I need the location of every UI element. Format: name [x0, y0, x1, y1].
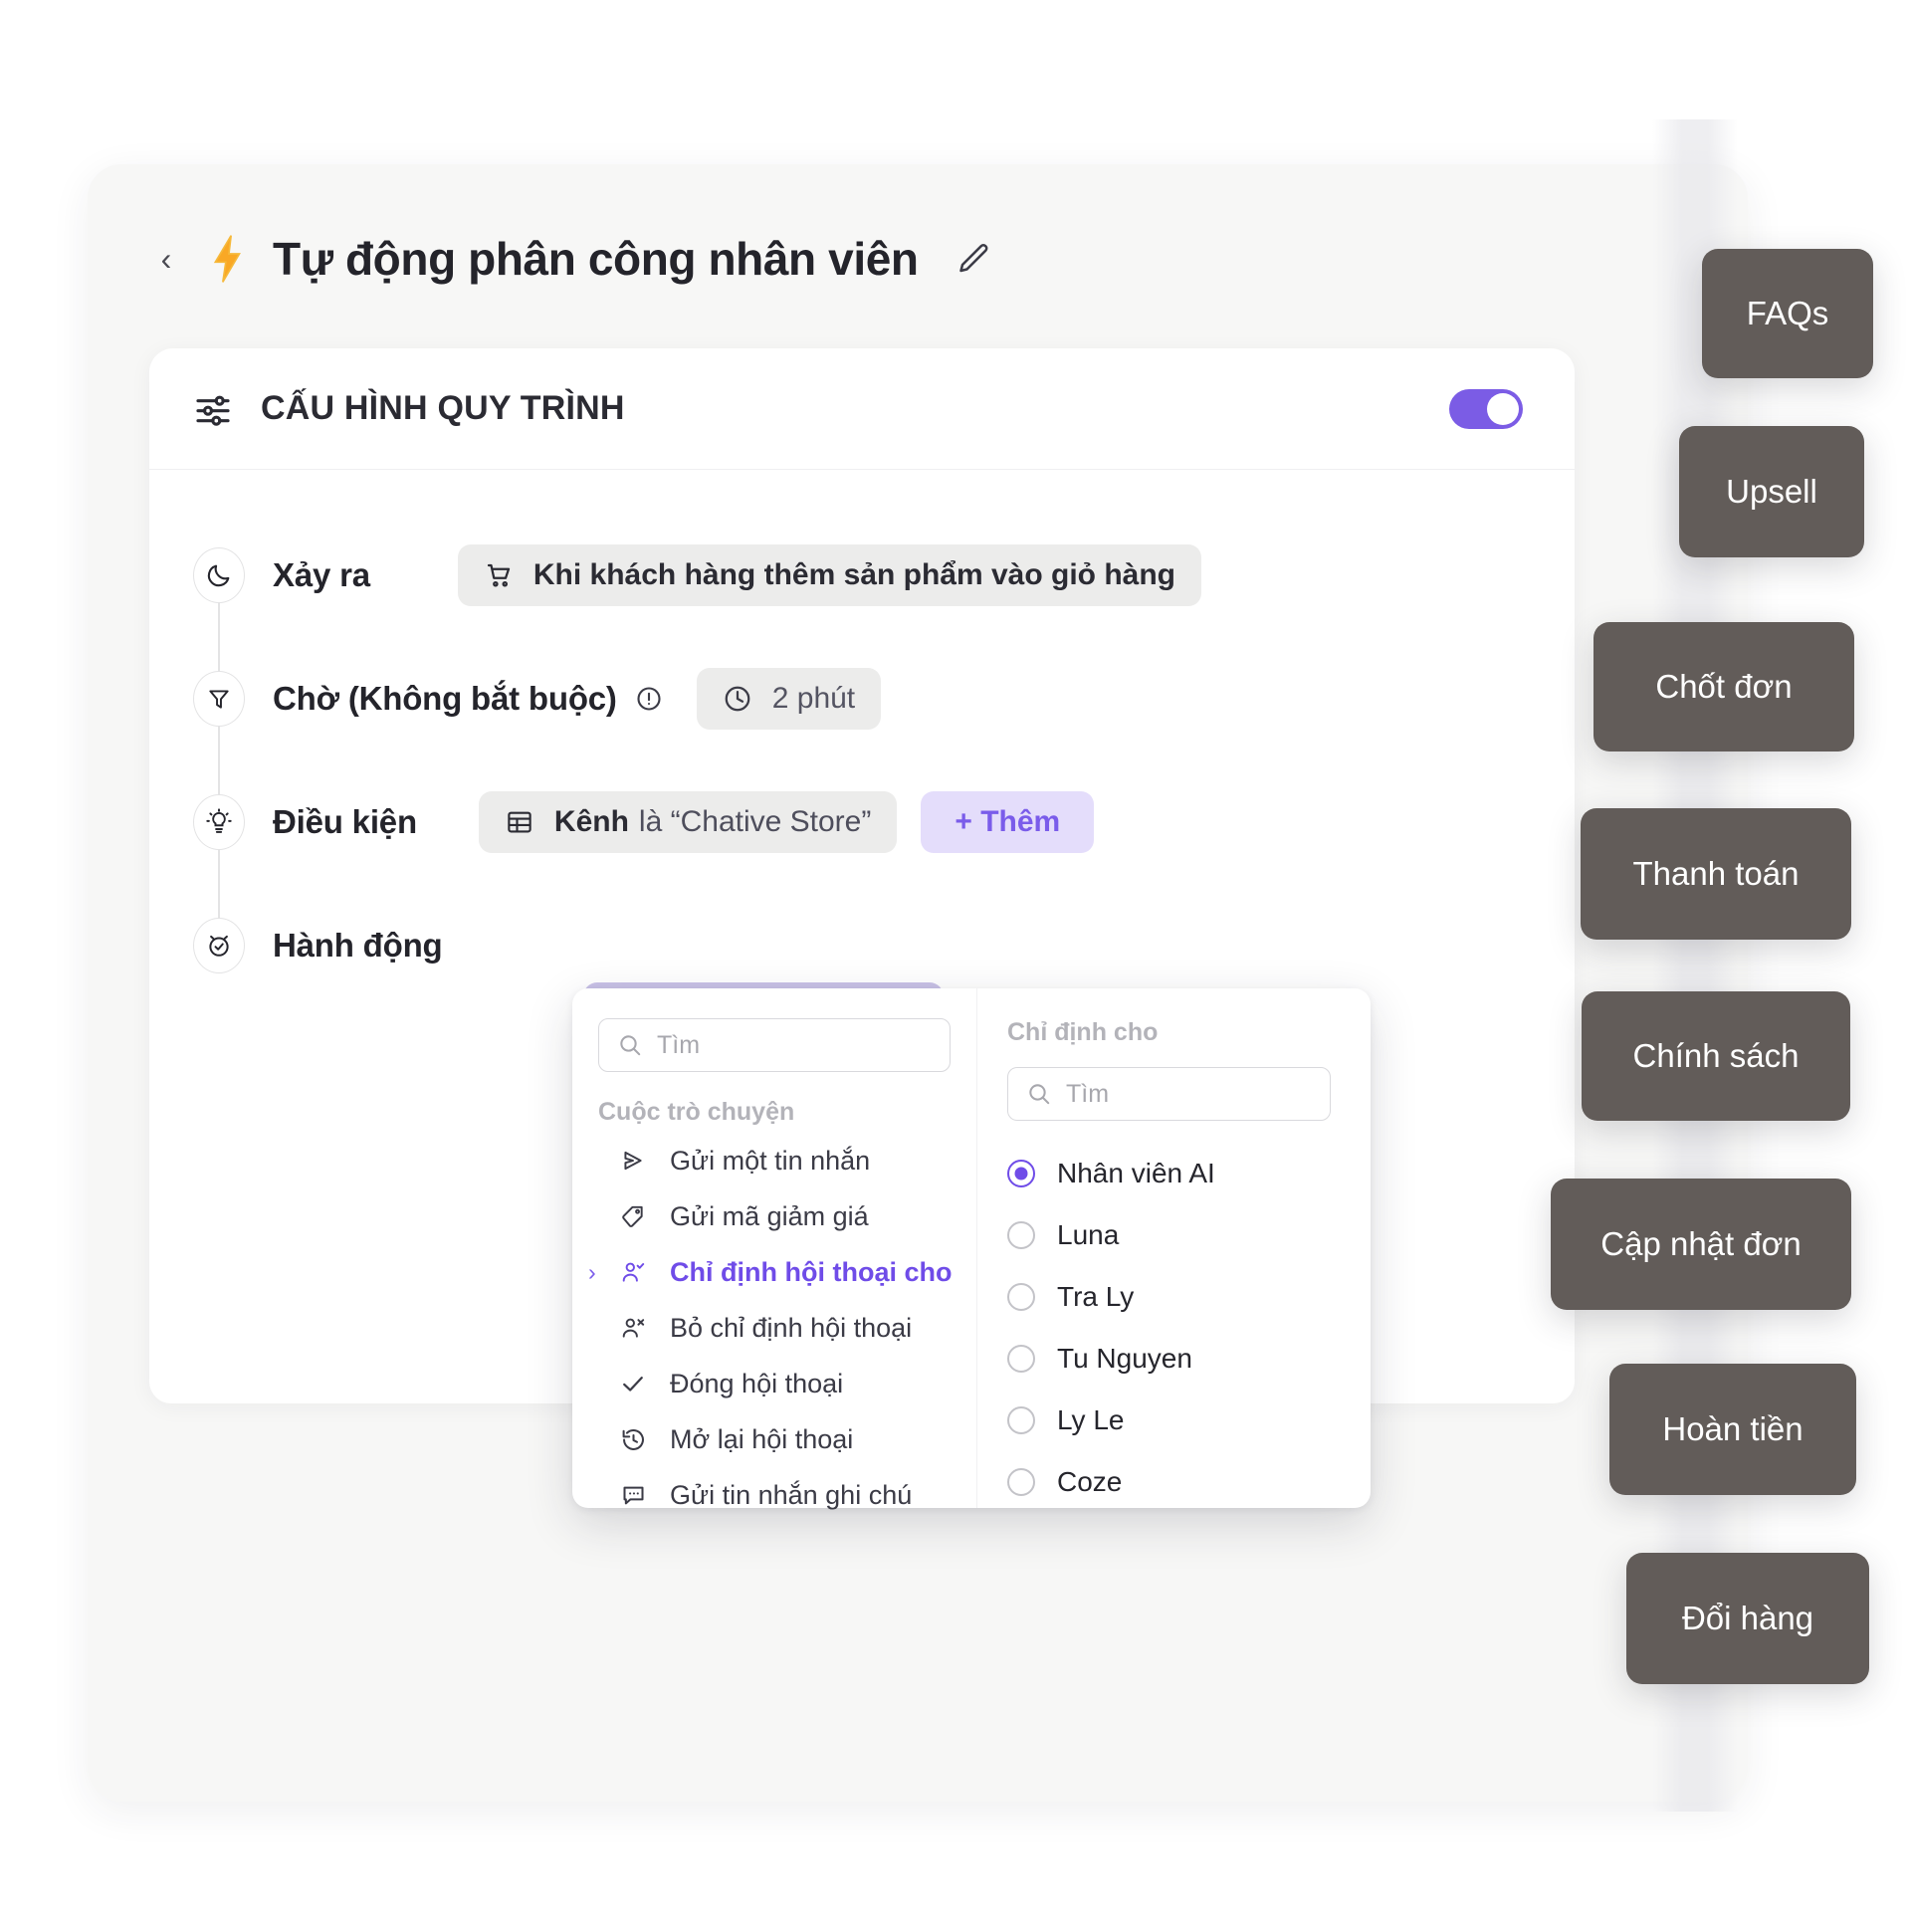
chevron-left-icon[interactable]: ‹	[149, 242, 183, 276]
step-label: Chờ (Không bắt buộc)	[273, 680, 617, 717]
comment-dots-icon	[616, 1482, 650, 1509]
assignee-label: Tu Nguyen	[1057, 1343, 1192, 1374]
action-item-label: Gửi tin nhắn ghi chú	[670, 1479, 913, 1510]
step-label: Điều kiện	[273, 803, 417, 840]
condition-value: là “Chative Store”	[638, 805, 872, 838]
radio-button[interactable]	[1007, 1221, 1035, 1249]
shopping-cart-icon	[484, 560, 514, 590]
trigger-chip[interactable]: Khi khách hàng thêm sản phẩm vào giỏ hàn…	[457, 544, 1201, 606]
assignee-label: Coze	[1057, 1466, 1123, 1497]
lightning-bolt-icon	[207, 233, 247, 285]
radio-button[interactable]	[1007, 1345, 1035, 1373]
tag-thanh-toan[interactable]: Thanh toán	[1581, 808, 1851, 940]
tag-upsell[interactable]: Upsell	[1679, 426, 1864, 557]
workflow-steps: Xảy ra Khi khách hàng thêm sản phẩm vào …	[149, 470, 1575, 1007]
toggle-knob	[1487, 392, 1519, 425]
assignee-label: Nhân viên AI	[1057, 1158, 1215, 1188]
action-item-unassign-conversation[interactable]: Bỏ chỉ định hội thoại	[572, 1300, 976, 1356]
action-item-send-message[interactable]: Gửi một tin nhắn	[572, 1133, 976, 1188]
screen-root: ‹ Tự động phân công nhân viên CẤU HÌNH Q…	[0, 0, 1911, 1932]
action-item-send-discount[interactable]: Gửi mã giảm giá	[572, 1188, 976, 1244]
assignee-option[interactable]: Coze	[977, 1451, 1371, 1513]
assignee-radio-list: Nhân viên AI Luna Tra Ly Tu Nguyen Ly Le…	[977, 1143, 1371, 1513]
panel-header: CẤU HÌNH QUY TRÌNH	[149, 348, 1575, 470]
moon-icon	[193, 547, 245, 603]
funnel-icon	[193, 671, 245, 727]
action-item-label: Gửi một tin nhắn	[670, 1145, 871, 1176]
workflow-enable-toggle[interactable]	[1449, 388, 1523, 429]
step-trigger: Xảy ra Khi khách hàng thêm sản phẩm vào …	[149, 514, 1575, 637]
sliders-icon	[193, 389, 233, 429]
user-check-icon	[616, 1259, 650, 1285]
table-icon	[505, 807, 534, 837]
assignee-search-box[interactable]	[1007, 1067, 1331, 1121]
page-title: Tự động phân công nhân viên	[273, 233, 919, 285]
assignee-search-input[interactable]	[1066, 1079, 1312, 1109]
add-condition-button[interactable]: + Thêm	[921, 791, 1095, 853]
search-icon	[617, 1032, 643, 1058]
action-item-label: Gửi mã giảm giá	[670, 1200, 869, 1231]
title-bar: ‹ Tự động phân công nhân viên	[88, 164, 1748, 353]
condition-chip[interactable]: Kênh là “Chative Store”	[478, 791, 898, 853]
action-search-box[interactable]	[598, 1018, 951, 1072]
step-label: Hành động	[273, 927, 443, 964]
tag-icon	[616, 1203, 650, 1229]
step-label: Xảy ra	[273, 556, 370, 593]
pencil-icon[interactable]	[956, 241, 992, 277]
wait-duration-chip[interactable]: 2 phút	[696, 668, 882, 730]
trigger-chip-label: Khi khách hàng thêm sản phẩm vào giỏ hàn…	[532, 558, 1175, 591]
radio-button[interactable]	[1007, 1283, 1035, 1311]
assignee-pane-label: Chỉ định cho	[1007, 1018, 1159, 1046]
assignee-option[interactable]: Luna	[977, 1204, 1371, 1266]
assignee-option[interactable]: Ly Le	[977, 1390, 1371, 1451]
radio-button[interactable]	[1007, 1468, 1035, 1496]
condition-field: Kênh	[553, 805, 629, 838]
chevron-right-icon: ›	[588, 1258, 596, 1285]
radio-button[interactable]	[1007, 1160, 1035, 1187]
assignee-option[interactable]: Tra Ly	[977, 1266, 1371, 1328]
lightbulb-icon	[193, 794, 245, 850]
radio-button[interactable]	[1007, 1406, 1035, 1434]
step-wait: Chờ (Không bắt buộc) 2 phút	[149, 637, 1575, 760]
info-circle-icon[interactable]	[635, 685, 663, 713]
action-search-input[interactable]	[657, 1030, 932, 1060]
wait-duration-label: 2 phút	[771, 682, 856, 715]
assignee-pane: Chỉ định cho Nhân viên AI	[976, 988, 1371, 1508]
action-item-label: Bỏ chỉ định hội thoại	[670, 1312, 913, 1343]
action-item-label: Chỉ định hội thoại cho	[670, 1256, 953, 1287]
action-item-close-conversation[interactable]: Đóng hội thoại	[572, 1356, 976, 1411]
history-icon	[616, 1426, 650, 1453]
action-item-label: Đóng hội thoại	[670, 1368, 844, 1398]
action-section-label: Cuộc trò chuyện	[598, 1098, 795, 1126]
tag-hoan-tien[interactable]: Hoàn tiền	[1609, 1364, 1856, 1495]
user-remove-icon	[616, 1315, 650, 1341]
automation-app-card: ‹ Tự động phân công nhân viên CẤU HÌNH Q…	[88, 164, 1748, 1802]
assignee-label: Luna	[1057, 1219, 1120, 1250]
step-condition: Điều kiện Kênh là “Chative Store” + Thêm	[149, 760, 1575, 884]
tag-chinh-sach[interactable]: Chính sách	[1582, 991, 1850, 1121]
tag-chot-don[interactable]: Chốt đơn	[1593, 622, 1854, 751]
action-picker-dropdown: Cuộc trò chuyện Gửi một tin nhắn	[572, 988, 1371, 1510]
action-item-assign-conversation[interactable]: › Chỉ định hội thoại cho	[572, 1244, 976, 1300]
alarm-check-icon	[193, 918, 245, 973]
action-item-send-note[interactable]: Gửi tin nhắn ghi chú	[572, 1467, 976, 1523]
send-icon	[616, 1148, 650, 1174]
tag-faqs[interactable]: FAQs	[1702, 249, 1873, 378]
assignee-label: Ly Le	[1057, 1404, 1125, 1435]
clock-icon	[723, 684, 752, 714]
assignee-option[interactable]: Tu Nguyen	[977, 1328, 1371, 1390]
tag-doi-hang[interactable]: Đổi hàng	[1626, 1553, 1869, 1684]
tag-cap-nhat-don[interactable]: Cập nhật đơn	[1551, 1179, 1851, 1310]
panel-title: CẤU HÌNH QUY TRÌNH	[261, 389, 625, 427]
assignee-option[interactable]: Nhân viên AI	[977, 1143, 1371, 1204]
action-item-label: Mở lại hội thoại	[670, 1423, 854, 1454]
check-icon	[616, 1370, 650, 1397]
action-list-pane: Cuộc trò chuyện Gửi một tin nhắn	[572, 988, 976, 1510]
assignee-label: Tra Ly	[1057, 1281, 1135, 1312]
search-icon	[1026, 1081, 1052, 1107]
action-item-reopen-conversation[interactable]: Mở lại hội thoại	[572, 1411, 976, 1467]
